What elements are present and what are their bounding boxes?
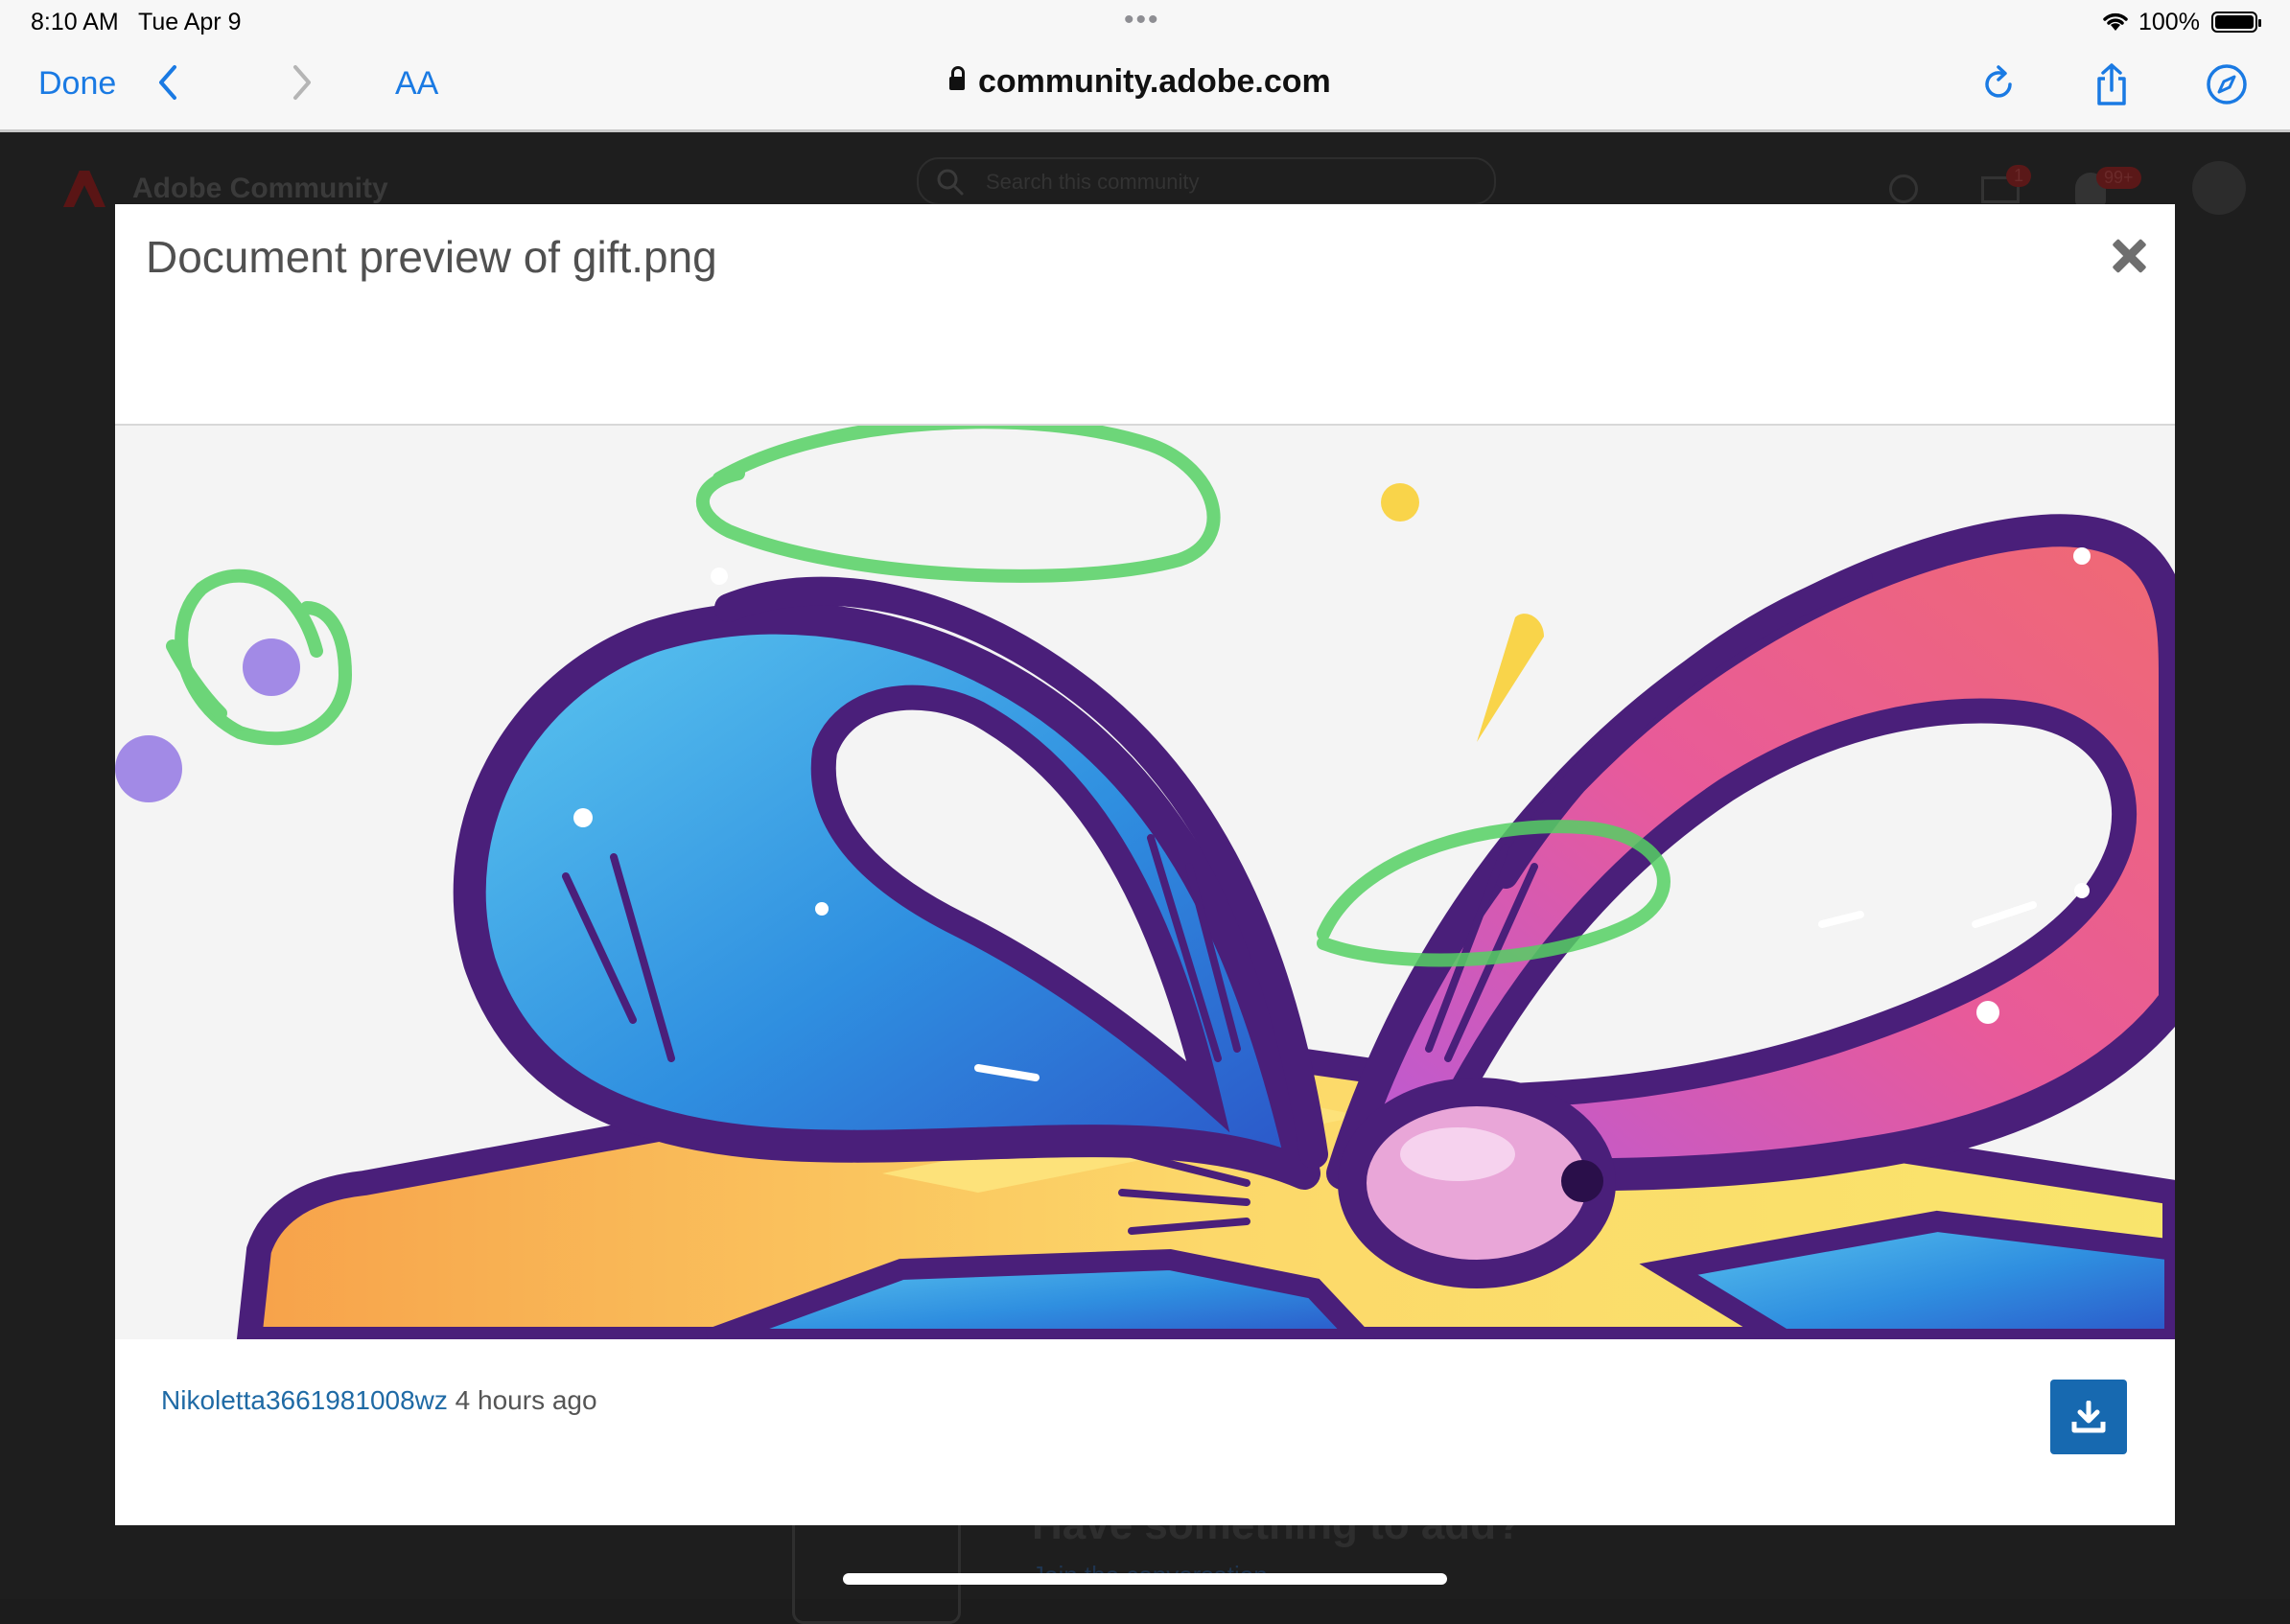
globe-icon[interactable] bbox=[1889, 174, 1918, 203]
status-time: 8:10 AM bbox=[31, 9, 119, 35]
adobe-logo-icon bbox=[63, 171, 105, 207]
home-indicator[interactable] bbox=[843, 1573, 1447, 1585]
close-icon[interactable] bbox=[2106, 233, 2152, 279]
reload-icon[interactable] bbox=[1975, 61, 2021, 107]
share-icon[interactable] bbox=[2089, 61, 2135, 107]
document-preview-modal: Document preview of gift.png Nikoletta36… bbox=[115, 204, 2175, 1525]
upload-meta: Nikoletta3661981008wz 4 hours ago bbox=[161, 1385, 597, 1416]
search-placeholder: Search this community bbox=[986, 170, 1200, 194]
mail-badge: 1 bbox=[2006, 165, 2032, 187]
address-bar[interactable]: community.adobe.com bbox=[949, 63, 1331, 101]
upload-time: 4 hours ago bbox=[455, 1385, 597, 1415]
wifi-icon bbox=[2103, 12, 2128, 31]
back-icon[interactable] bbox=[153, 61, 182, 104]
lock-icon bbox=[949, 66, 965, 90]
status-date: Tue Apr 9 bbox=[138, 9, 242, 35]
site-title: Adobe Community bbox=[132, 173, 388, 204]
conversation-icon bbox=[792, 1513, 961, 1624]
browser-toolbar: Done AA community.adobe.com bbox=[0, 44, 2290, 132]
battery-icon bbox=[2211, 12, 2261, 33]
multitasking-dots-icon[interactable]: ••• bbox=[1124, 4, 1160, 36]
compass-icon[interactable] bbox=[2204, 61, 2250, 107]
community-search-input[interactable]: Search this community bbox=[917, 157, 1496, 205]
forward-icon[interactable] bbox=[288, 61, 316, 104]
download-icon bbox=[2071, 1401, 2106, 1433]
modal-title: Document preview of gift.png bbox=[146, 232, 717, 282]
gift-image bbox=[115, 426, 2175, 1339]
search-icon bbox=[937, 169, 964, 196]
image-preview bbox=[115, 426, 2175, 1339]
battery-percentage: 100% bbox=[2138, 9, 2200, 35]
text-size-button[interactable]: AA bbox=[395, 65, 438, 103]
avatar[interactable] bbox=[2192, 161, 2246, 215]
url-text: community.adobe.com bbox=[978, 63, 1331, 100]
done-button[interactable]: Done bbox=[38, 65, 116, 103]
download-button[interactable] bbox=[2050, 1380, 2127, 1454]
notification-badge: 99+ bbox=[2096, 167, 2141, 189]
status-bar: 8:10 AM Tue Apr 9 ••• 100% bbox=[0, 0, 2290, 44]
uploader-link[interactable]: Nikoletta3661981008wz bbox=[161, 1385, 448, 1415]
